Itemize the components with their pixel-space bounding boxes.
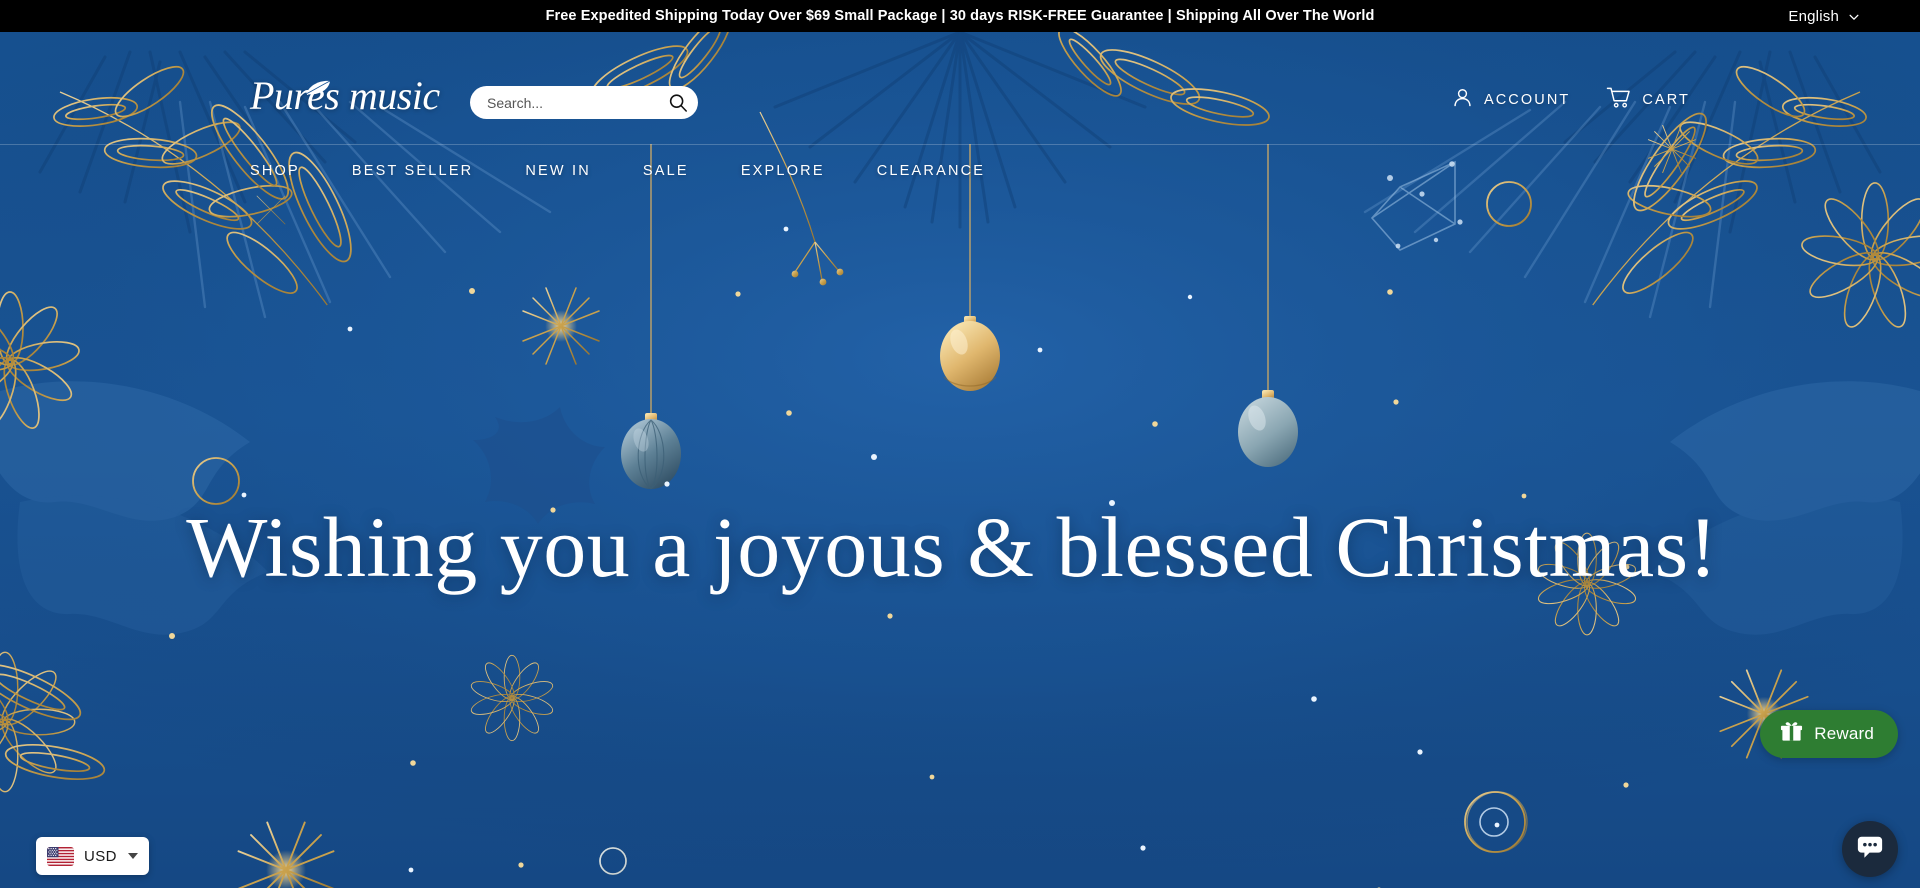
account-label: ACCOUNT bbox=[1483, 91, 1571, 108]
chat-bubble-icon bbox=[1856, 833, 1884, 866]
reward-label: Reward bbox=[1814, 724, 1874, 743]
us-flag-icon bbox=[47, 846, 74, 866]
search-box[interactable] bbox=[470, 86, 698, 119]
language-selector[interactable]: English bbox=[1788, 0, 1860, 32]
chevron-down-icon bbox=[1848, 10, 1860, 22]
search-input[interactable] bbox=[487, 94, 668, 111]
nav-item-sale[interactable]: SALE bbox=[643, 163, 714, 179]
site-header: Pures music ACCOUNT CART bbox=[0, 32, 1920, 144]
reward-button[interactable]: Reward bbox=[1760, 710, 1898, 758]
caret-down-icon bbox=[127, 853, 138, 859]
nav-item-clearance[interactable]: CLEARANCE bbox=[877, 163, 1010, 179]
hero-banner: Pures music ACCOUNT CART SH bbox=[0, 32, 1920, 888]
user-icon bbox=[1452, 87, 1473, 112]
header-actions: ACCOUNT CART bbox=[1452, 86, 1690, 113]
gift-icon bbox=[1780, 720, 1803, 748]
nav-item-shop[interactable]: SHOP bbox=[250, 163, 325, 179]
main-navigation: SHOP BEST SELLER NEW IN SALE EXPLORE CLE… bbox=[0, 144, 1920, 196]
cart-label: CART bbox=[1642, 91, 1690, 108]
cart-icon bbox=[1606, 86, 1631, 113]
hero-headline: Wishing you a joyous & blessed Christmas… bbox=[186, 499, 1718, 595]
leaf-icon bbox=[305, 63, 331, 95]
currency-code: USD bbox=[84, 847, 117, 865]
site-logo-text: Pures music bbox=[250, 73, 440, 118]
announcement-text: Free Expedited Shipping Today Over $69 S… bbox=[545, 8, 1375, 24]
site-logo[interactable]: Pures music bbox=[250, 76, 440, 116]
nav-item-new-in[interactable]: NEW IN bbox=[525, 163, 616, 179]
chat-widget-button[interactable] bbox=[1842, 821, 1898, 877]
announcement-bar: Free Expedited Shipping Today Over $69 S… bbox=[0, 0, 1920, 32]
cart-link[interactable]: CART bbox=[1606, 86, 1690, 113]
account-link[interactable]: ACCOUNT bbox=[1452, 87, 1570, 112]
search-icon[interactable] bbox=[668, 92, 688, 114]
nav-item-best-seller[interactable]: BEST SELLER bbox=[352, 163, 498, 179]
currency-selector[interactable]: USD bbox=[36, 837, 149, 875]
language-label: English bbox=[1788, 7, 1839, 25]
nav-item-explore[interactable]: EXPLORE bbox=[741, 163, 850, 179]
